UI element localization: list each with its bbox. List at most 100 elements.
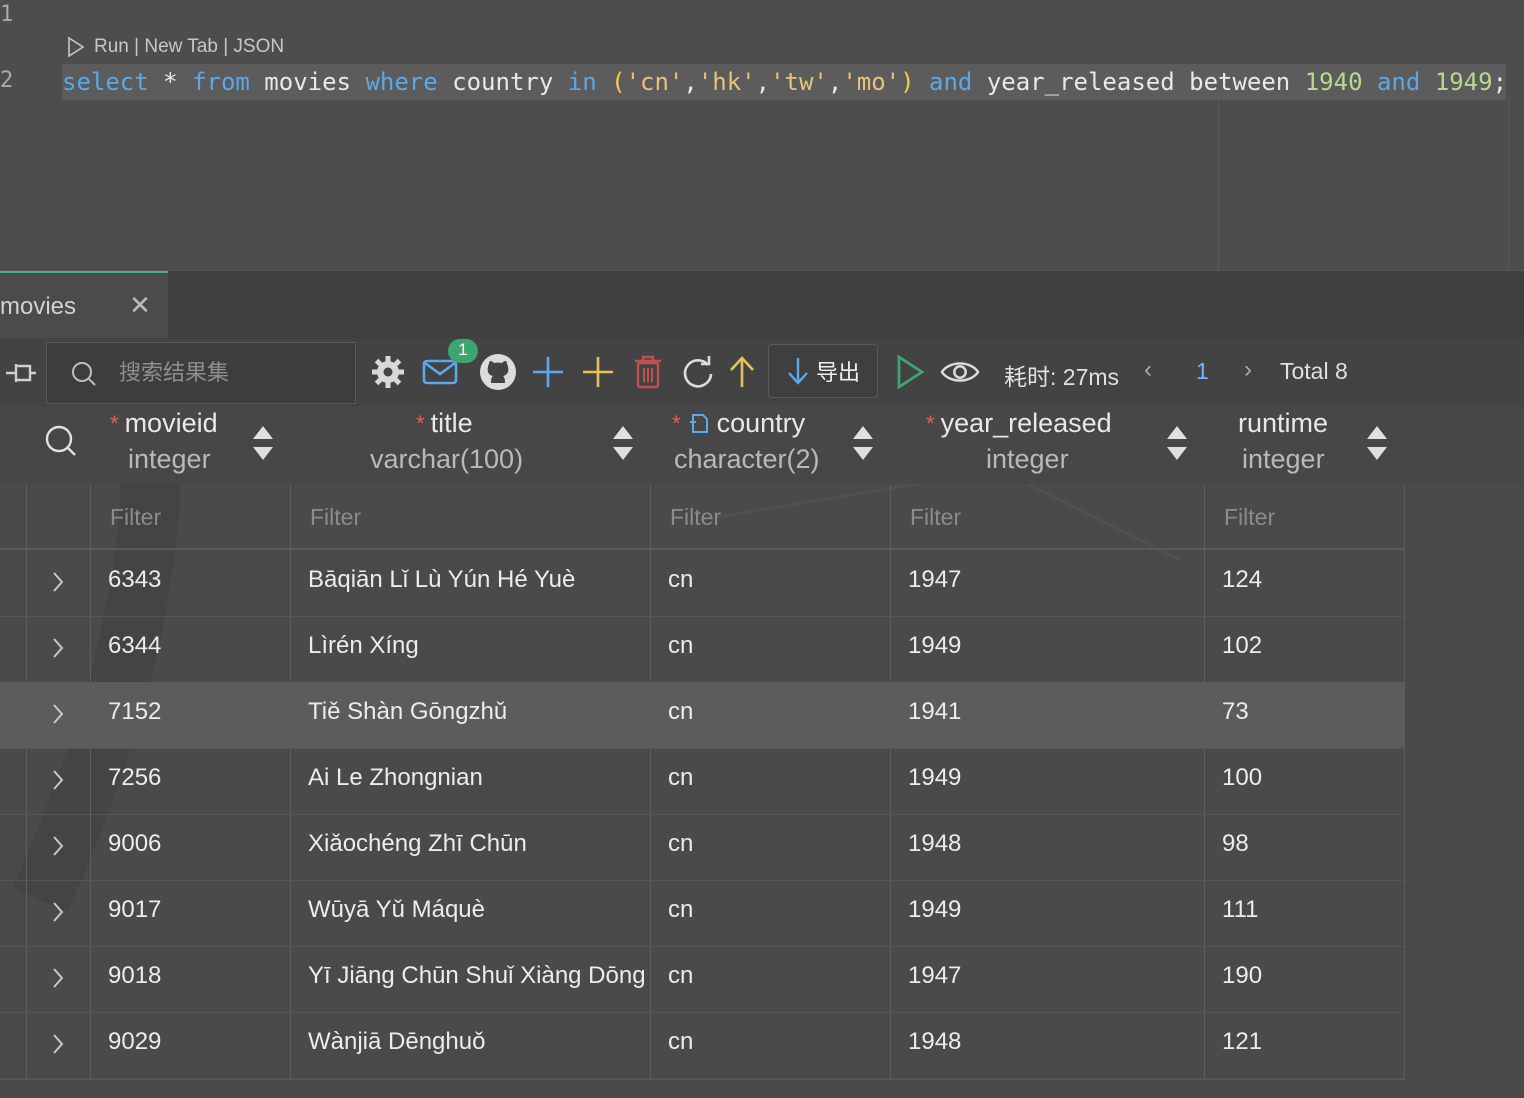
chevron-right-icon[interactable]: [46, 1032, 70, 1056]
chevron-right-icon[interactable]: [46, 900, 70, 924]
cell-movieid[interactable]: 7152: [108, 698, 278, 726]
table-row[interactable]: 9018 Yī Jiāng Chūn Shuǐ Xiàng Dōng Liú cn 1…: [0, 946, 1404, 1013]
cell-country[interactable]: cn: [668, 632, 878, 660]
cell-year-released[interactable]: 1949: [908, 764, 1188, 792]
cell-movieid[interactable]: 9017: [108, 896, 278, 924]
delete-button[interactable]: [628, 352, 668, 392]
export-button[interactable]: 导出: [768, 344, 878, 398]
cell-country[interactable]: cn: [668, 830, 878, 858]
chevron-right-icon[interactable]: [46, 834, 70, 858]
cell-year-released[interactable]: 1947: [908, 962, 1188, 990]
cell-title[interactable]: Xiǎochéng Zhī Chūn: [308, 830, 648, 858]
table-row[interactable]: 6343 Bāqiān Lǐ Lù Yún Hé Yuè cn 1947 124: [0, 550, 1404, 617]
column-title[interactable]: * title varchar(100): [360, 406, 650, 484]
tab-movies[interactable]: movies ✕: [0, 271, 168, 341]
required-marker: *: [672, 410, 681, 436]
github-button[interactable]: [478, 352, 518, 392]
filter-year-released[interactable]: [908, 498, 1192, 536]
foreign-key-icon: [689, 413, 708, 433]
codelens[interactable]: Run | New Tab | JSON: [66, 36, 284, 58]
cell-movieid[interactable]: 9029: [108, 1028, 278, 1056]
close-icon[interactable]: ✕: [126, 291, 154, 319]
column-type: character(2): [674, 444, 820, 474]
table-row[interactable]: 6344 Lìrén Xíng cn 1949 102: [0, 616, 1404, 683]
search-icon[interactable]: [44, 424, 78, 458]
sort-icon[interactable]: [252, 424, 274, 462]
cell-movieid[interactable]: 6343: [108, 566, 278, 594]
pin-icon[interactable]: [4, 360, 38, 386]
cell-movieid[interactable]: 7256: [108, 764, 278, 792]
sql-statement[interactable]: select * from movies where country in ('…: [62, 64, 1507, 100]
cell-movieid[interactable]: 6344: [108, 632, 278, 660]
chevron-right-icon[interactable]: [46, 768, 70, 792]
cell-country[interactable]: cn: [668, 1028, 878, 1056]
cell-country[interactable]: cn: [668, 896, 878, 924]
filter-title[interactable]: [308, 498, 642, 536]
import-button[interactable]: [722, 352, 762, 392]
cell-runtime[interactable]: 124: [1222, 566, 1392, 594]
filter-runtime[interactable]: [1222, 498, 1396, 536]
cell-year-released[interactable]: 1949: [908, 896, 1188, 924]
table-row[interactable]: 7152 Tiě Shàn Gōngzhǔ cn 1941 73: [0, 682, 1404, 749]
table-row[interactable]: 9017 Wūyā Yǔ Máquè cn 1949 111: [0, 880, 1404, 947]
chevron-left-icon[interactable]: ‹: [1144, 356, 1152, 384]
cell-year-released[interactable]: 1949: [908, 632, 1188, 660]
cell-title[interactable]: Wūyā Yǔ Máquè: [308, 896, 648, 924]
notification-badge: 1: [448, 339, 478, 363]
elapsed-time: 耗时: 27ms: [1004, 364, 1120, 390]
sort-icon[interactable]: [612, 424, 634, 462]
chevron-right-icon[interactable]: [46, 636, 70, 660]
cell-country[interactable]: cn: [668, 764, 878, 792]
cell-year-released[interactable]: 1948: [908, 1028, 1188, 1056]
table-row[interactable]: 7256 Ai Le Zhongnian cn 1949 100: [0, 748, 1404, 815]
execute-button[interactable]: [890, 352, 930, 392]
search-input[interactable]: [117, 355, 341, 391]
sort-icon[interactable]: [1366, 424, 1388, 462]
cell-runtime[interactable]: 98: [1222, 830, 1392, 858]
chevron-right-icon[interactable]: ›: [1244, 356, 1252, 384]
cell-title[interactable]: Bāqiān Lǐ Lù Yún Hé Yuè: [308, 566, 648, 594]
cell-title[interactable]: Lìrén Xíng: [308, 632, 648, 660]
cell-country[interactable]: cn: [668, 566, 878, 594]
chevron-right-icon[interactable]: [46, 570, 70, 594]
cell-title[interactable]: Tiě Shàn Gōngzhǔ: [308, 698, 648, 726]
cell-runtime[interactable]: 102: [1222, 632, 1392, 660]
column-year-released[interactable]: * year_released integer: [926, 406, 1156, 484]
editor-guide: [1508, 100, 1509, 270]
cell-title[interactable]: Wànjiā Dēnghuǒ: [308, 1028, 648, 1056]
cell-runtime[interactable]: 121: [1222, 1028, 1392, 1056]
add-row-button[interactable]: [528, 352, 568, 392]
chevron-right-icon[interactable]: [46, 966, 70, 990]
cell-year-released[interactable]: 1948: [908, 830, 1188, 858]
cell-movieid[interactable]: 9018: [108, 962, 278, 990]
table-row[interactable]: 9029 Wànjiā Dēnghuǒ cn 1948 121: [0, 1012, 1404, 1079]
cell-runtime[interactable]: 100: [1222, 764, 1392, 792]
cell-year-released[interactable]: 1941: [908, 698, 1188, 726]
sql-editor[interactable]: 1 Run | New Tab | JSON 2 select * from m…: [0, 0, 1524, 270]
cell-country[interactable]: cn: [668, 698, 878, 726]
cell-movieid[interactable]: 9006: [108, 830, 278, 858]
cell-title[interactable]: Yī Jiāng Chūn Shuǐ Xiàng Dōng Liú: [308, 962, 648, 990]
cell-year-released[interactable]: 1947: [908, 566, 1188, 594]
column-country[interactable]: * country character(2): [672, 406, 862, 484]
column-runtime[interactable]: runtime integer: [1236, 406, 1356, 484]
sort-icon[interactable]: [1166, 424, 1188, 462]
refresh-button[interactable]: [678, 352, 718, 392]
settings-button[interactable]: [368, 352, 408, 392]
filter-movieid[interactable]: [108, 498, 282, 536]
table-row[interactable]: 9006 Xiǎochéng Zhī Chūn cn 1948 98: [0, 814, 1404, 881]
insert-button[interactable]: [578, 352, 618, 392]
filter-country[interactable]: [668, 498, 882, 536]
result-grid: 6343 Bāqiān Lǐ Lù Yún Hé Yuè cn 1947 124 6344…: [0, 484, 1405, 1080]
cell-runtime[interactable]: 73: [1222, 698, 1392, 726]
cell-runtime[interactable]: 190: [1222, 962, 1392, 990]
cell-country[interactable]: cn: [668, 962, 878, 990]
sort-icon[interactable]: [852, 424, 874, 462]
codelens-actions[interactable]: Run | New Tab | JSON: [94, 36, 284, 58]
view-button[interactable]: [940, 352, 980, 392]
cell-runtime[interactable]: 111: [1222, 896, 1392, 924]
cell-title[interactable]: Ai Le Zhongnian: [308, 764, 648, 792]
page-number[interactable]: 1: [1196, 358, 1209, 385]
sql-token: from: [192, 68, 250, 96]
chevron-right-icon[interactable]: [46, 702, 70, 726]
